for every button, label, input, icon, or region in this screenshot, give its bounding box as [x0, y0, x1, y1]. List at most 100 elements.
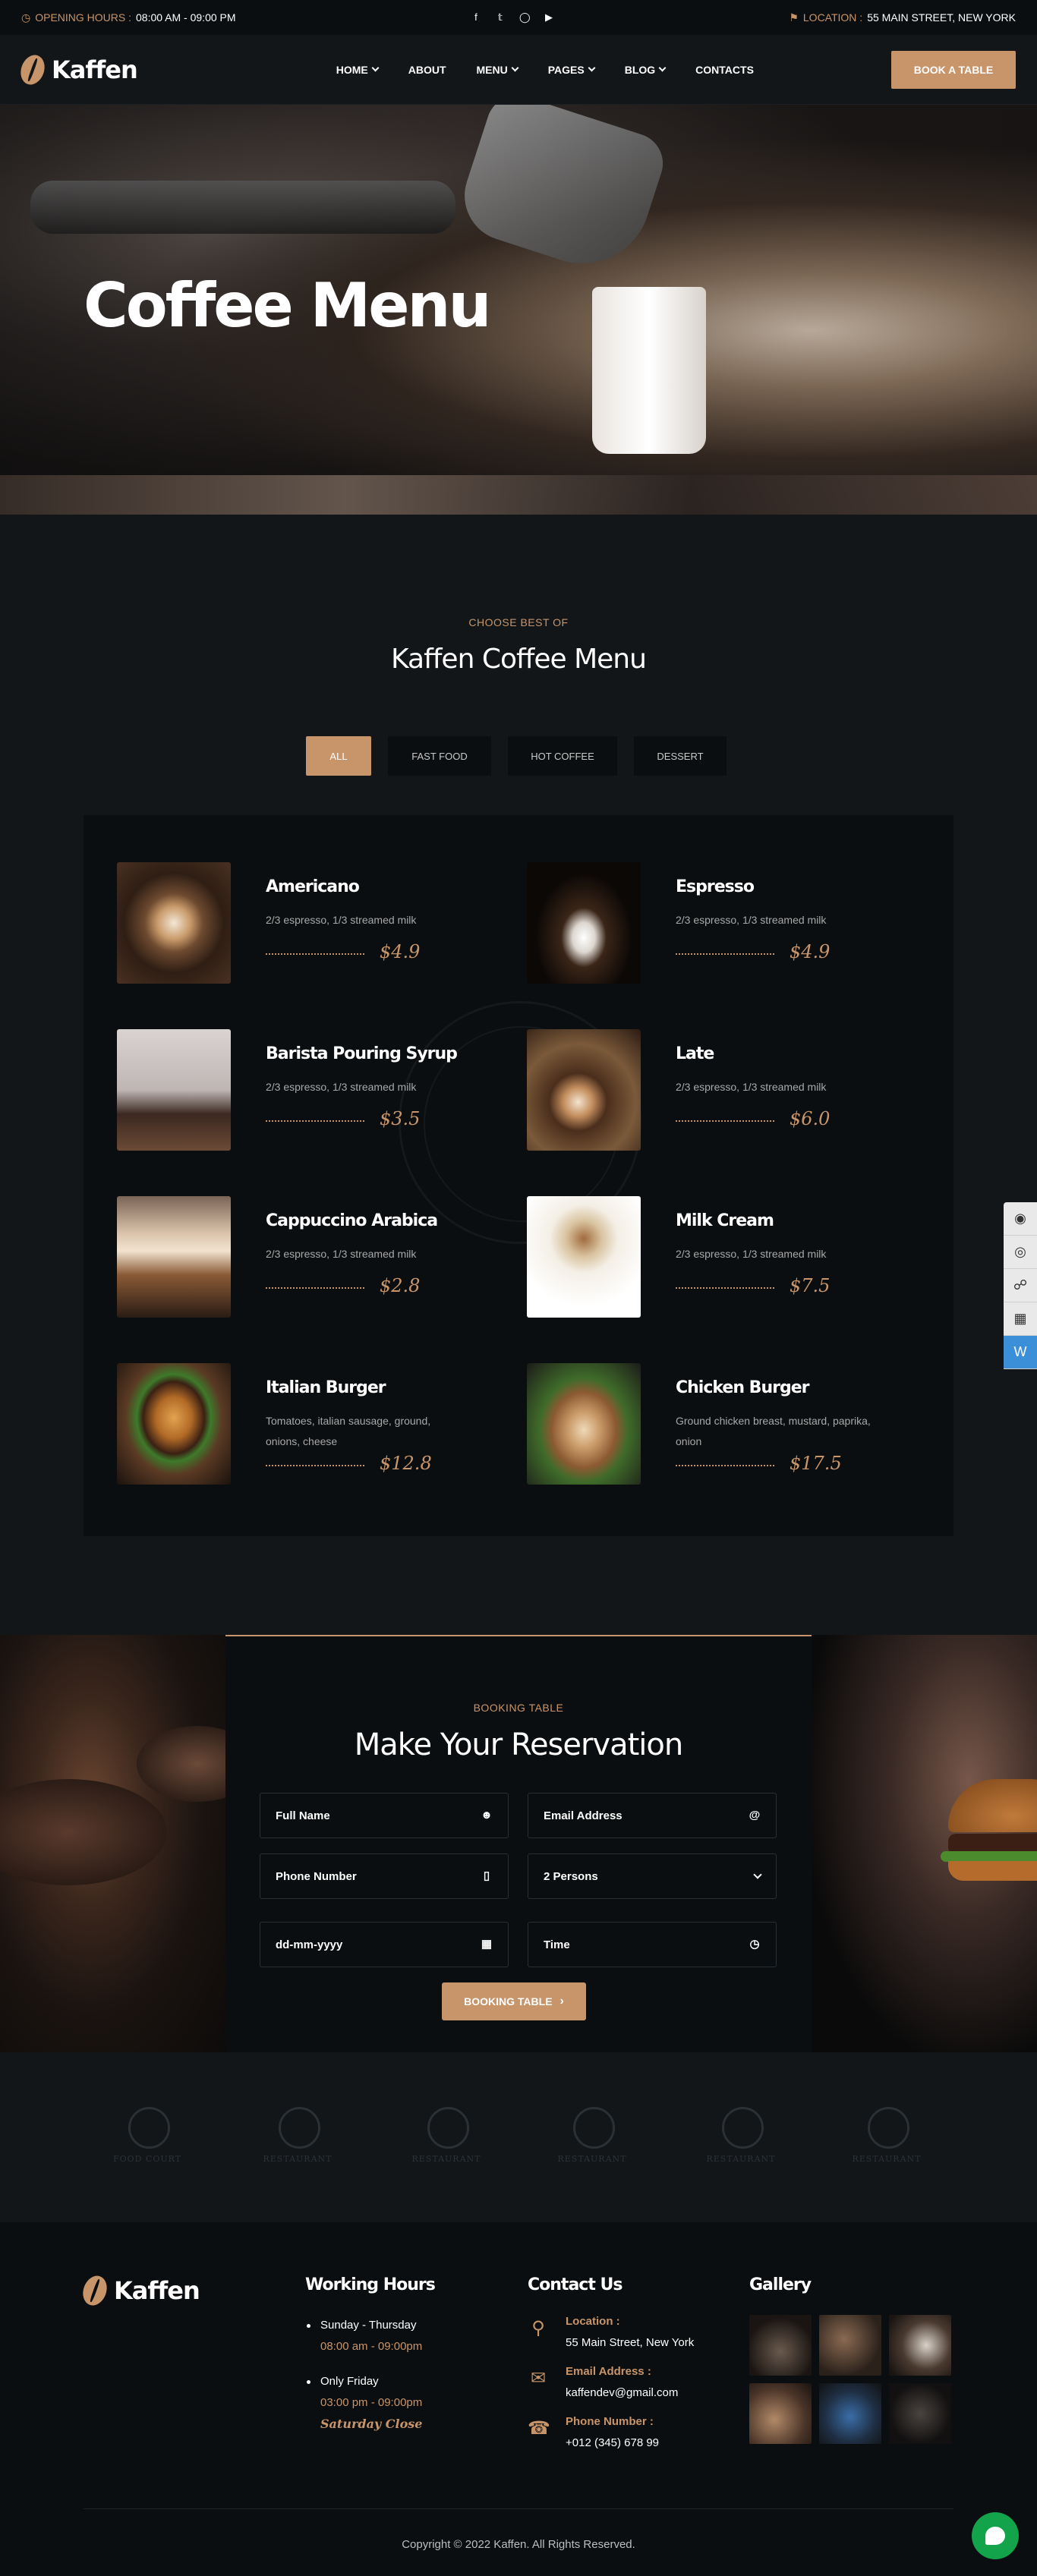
nav-item-pages[interactable]: PAGES — [548, 64, 596, 76]
menu-item-desc: 2/3 espresso, 1/3 streamed milk — [676, 1248, 827, 1260]
menu-item[interactable]: Italian Burger Tomatoes, italian sausage… — [117, 1363, 512, 1485]
menu-item[interactable]: Espresso 2/3 espresso, 1/3 streamed milk… — [527, 862, 922, 984]
gallery-thumb[interactable] — [889, 2383, 951, 2444]
persons-select[interactable]: 2 Persons — [528, 1853, 777, 1899]
grilled-patty-image — [0, 1779, 167, 1885]
hours-days: Only Friday — [320, 2375, 379, 2388]
contact-value[interactable]: +012 (345) 678 99 — [566, 2436, 659, 2449]
partner-logo: RESTAURANT — [252, 2107, 343, 2168]
facebook-icon[interactable]: f — [471, 12, 481, 23]
time-field[interactable]: Time ◷ — [528, 1922, 777, 1967]
price-leader — [676, 1465, 774, 1466]
gallery-thumb[interactable] — [749, 2315, 812, 2376]
cart-icon[interactable]: ☍ — [1004, 1269, 1037, 1302]
instagram-icon[interactable]: ◯ — [519, 12, 531, 23]
booking-table-button[interactable]: BOOKING TABLE › — [442, 1982, 586, 2020]
contact-value: 55 Main Street, New York — [566, 2336, 695, 2349]
barista-syrup-image — [117, 1029, 231, 1151]
espresso-machine-image — [30, 181, 455, 234]
opening-hours-value: 08:00 AM - 09:00 PM — [136, 11, 236, 24]
grilled-patty-image — [137, 1726, 225, 1802]
price-leader — [266, 1465, 364, 1466]
price-leader — [266, 953, 364, 955]
americano-image — [117, 862, 231, 984]
date-field[interactable]: dd-mm-yyyy ▦ — [260, 1922, 509, 1967]
menu-item[interactable]: Milk Cream 2/3 espresso, 1/3 streamed mi… — [527, 1196, 922, 1318]
youtube-icon[interactable]: ▶ — [544, 12, 554, 23]
field-placeholder: Phone Number — [276, 1869, 357, 1883]
menu-item-name: Barista Pouring Syrup — [266, 1044, 458, 1063]
nav-item-label: ABOUT — [408, 63, 446, 76]
gallery-title: Gallery — [749, 2275, 812, 2294]
menu-item[interactable]: Late 2/3 espresso, 1/3 streamed milk $6.… — [527, 1029, 922, 1151]
menu-item-name: Espresso — [676, 877, 755, 896]
site-footer: Kaffen Working Hours Sunday - Thursday 0… — [0, 2222, 1037, 2576]
price-leader — [676, 1287, 774, 1289]
coffee-bean-icon — [17, 51, 49, 88]
reservation-form: BOOKING TABLE Make Your Reservation Full… — [225, 1635, 812, 2052]
hero-bottom-strip — [0, 475, 1037, 515]
hours-time: 03:00 pm - 09:00pm — [320, 2396, 423, 2409]
chat-button[interactable] — [972, 2512, 1019, 2559]
menu-item[interactable]: Americano 2/3 espresso, 1/3 streamed mil… — [117, 862, 512, 984]
user-icon: ☻ — [481, 1809, 493, 1822]
partner-logo: RESTAURANT — [841, 2107, 932, 2168]
menu-item[interactable]: Cappuccino Arabica 2/3 espresso, 1/3 str… — [117, 1196, 512, 1318]
contact-value[interactable]: kaffendev@gmail.com — [566, 2386, 678, 2399]
filter-all[interactable]: ALL — [306, 736, 371, 776]
gallery-thumb[interactable] — [819, 2315, 881, 2376]
opening-hours: ◷ OPENING HOURS : 08:00 AM - 09:00 PM — [21, 11, 236, 24]
menu-item-price: $7.5 — [790, 1275, 831, 1296]
wordpress-icon[interactable]: W — [1004, 1336, 1037, 1369]
cutlery-icon — [279, 2107, 320, 2149]
menu-item-price: $6.0 — [790, 1108, 831, 1129]
book-a-table-button[interactable]: BOOK A TABLE — [891, 50, 1016, 89]
nav-item-home[interactable]: HOME — [336, 63, 380, 76]
chevron-right-icon: › — [559, 1995, 564, 2008]
gallery-thumb[interactable] — [749, 2383, 812, 2444]
nav-item-about[interactable]: ABOUT — [408, 64, 446, 76]
partner-logo-text: RESTAURANT — [852, 2154, 922, 2164]
contact-label: Phone Number : — [566, 2415, 654, 2428]
twitter-icon[interactable]: 𝕥 — [495, 12, 506, 23]
nav-item-contacts[interactable]: CONTACTS — [695, 64, 754, 76]
working-hours-title: Working Hours — [305, 2275, 436, 2294]
footer-logo[interactable]: Kaffen — [79, 2272, 200, 2309]
nav-item-menu[interactable]: MENU — [477, 64, 519, 76]
site-logo[interactable]: Kaffen — [17, 51, 138, 88]
eye-off-icon[interactable]: ◉ — [1004, 1202, 1037, 1236]
menu-item-desc: 2/3 espresso, 1/3 streamed milk — [266, 1081, 417, 1093]
chevron-down-icon — [371, 64, 380, 72]
menu-item[interactable]: Chicken Burger Ground chicken breast, mu… — [527, 1363, 922, 1485]
partner-logo: FOOD COURT — [102, 2107, 193, 2168]
filter-dessert[interactable]: DESSERT — [634, 736, 727, 776]
gallery-thumb[interactable] — [889, 2315, 951, 2376]
partner-logos: FOOD COURT RESTAURANT RESTAURANT RESTAUR… — [0, 2052, 1037, 2222]
menu-item[interactable]: Barista Pouring Syrup 2/3 espresso, 1/3 … — [117, 1029, 512, 1151]
chat-bubble-icon — [985, 2527, 1005, 2545]
chef-hat-icon — [868, 2107, 909, 2149]
hours-time: 08:00 am - 09:00pm — [320, 2340, 423, 2353]
nav-item-blog[interactable]: BLOG — [625, 64, 667, 76]
filter-hot-coffee[interactable]: HOT COFFEE — [508, 736, 617, 776]
chevron-down-icon — [753, 1870, 762, 1879]
full-name-field[interactable]: Full Name ☻ — [260, 1793, 509, 1838]
menu-item-desc: 2/3 espresso, 1/3 streamed milk — [266, 914, 417, 926]
calendar-icon: ▦ — [481, 1938, 493, 1951]
field-placeholder: dd-mm-yyyy — [276, 1938, 343, 1951]
support-icon[interactable]: ◎ — [1004, 1236, 1037, 1269]
nav-item-label: HOME — [336, 63, 368, 76]
hours-days: Sunday - Thursday — [320, 2319, 417, 2332]
menu-item-price: $2.8 — [380, 1275, 421, 1296]
gallery-thumb[interactable] — [819, 2383, 881, 2444]
email-field[interactable]: Email Address @ — [528, 1793, 777, 1838]
nav-menu: HOME ABOUT MENU PAGES BLOG CONTACTS — [336, 64, 754, 76]
grid-icon[interactable]: ▦ — [1004, 1302, 1037, 1336]
reservation-section: BOOKING TABLE Make Your Reservation Full… — [0, 1635, 1037, 2052]
contact-title: Contact Us — [528, 2275, 623, 2294]
burger-top-bun — [948, 1779, 1037, 1832]
filter-fast-food[interactable]: FAST FOOD — [388, 736, 491, 776]
milk-pitcher-image — [452, 105, 671, 282]
menu-item-desc: 2/3 espresso, 1/3 streamed milk — [676, 914, 827, 926]
phone-field[interactable]: Phone Number ▯ — [260, 1853, 509, 1899]
